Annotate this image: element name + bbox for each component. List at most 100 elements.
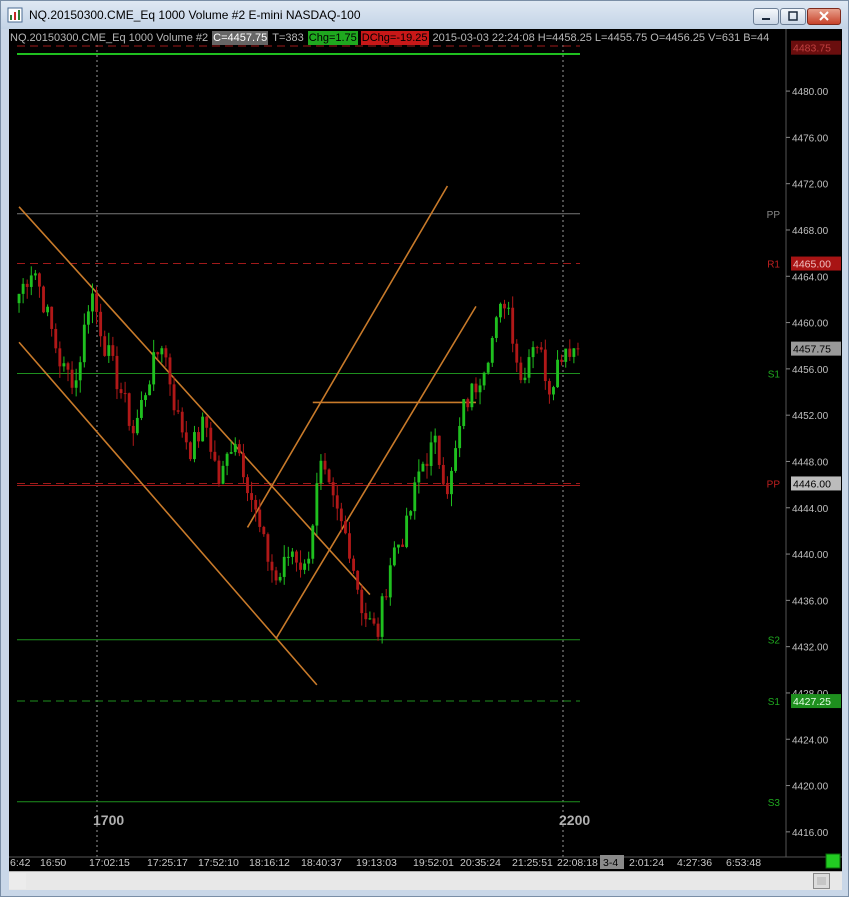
candle-body (99, 311, 103, 337)
candle-body (21, 283, 25, 294)
candle-body (201, 416, 205, 442)
candle-body (564, 348, 568, 362)
pivot-price-badge: 4446.00 (793, 478, 831, 490)
candle-body (515, 343, 519, 363)
candle-body (307, 558, 311, 564)
candle-body (54, 328, 58, 349)
price-tick-label: 4456.00 (792, 365, 829, 376)
candle-body (331, 482, 335, 496)
candle-body (413, 482, 417, 512)
candle-body (556, 359, 559, 388)
candle-body (303, 563, 307, 570)
candle-body (17, 293, 21, 304)
candle-body (295, 551, 298, 563)
candle-body (539, 347, 543, 350)
candle-body (499, 303, 502, 318)
candle-body (531, 347, 535, 358)
price-tick-label: 4432.00 (792, 643, 829, 654)
candle-body (335, 495, 339, 509)
time-tick-label: 18:16:12 (249, 857, 290, 869)
candle-body (70, 369, 74, 388)
candle-body (401, 544, 404, 547)
session-marker-label: 1700 (93, 812, 124, 828)
candle-body (233, 444, 237, 453)
candle-body (470, 383, 474, 408)
candle-body (458, 425, 462, 449)
time-tick-label: 17:52:10 (198, 857, 239, 869)
candle-body (164, 348, 168, 358)
candle-body (576, 348, 580, 350)
candle-body (50, 306, 54, 329)
candle-body (474, 383, 478, 393)
candle-body (180, 411, 184, 433)
scroll-right-button[interactable] (813, 873, 830, 889)
candle-body (482, 372, 486, 386)
candle-body (454, 448, 457, 471)
status-indicator (825, 853, 841, 869)
time-tick-label: 6:42 (10, 857, 31, 869)
candle-body (172, 384, 176, 411)
candle-body (241, 453, 245, 478)
candle-body (311, 525, 315, 559)
candle-body (160, 348, 164, 355)
horizontal-scrollbar[interactable] (9, 871, 842, 890)
candle-body (127, 393, 131, 426)
level-price-badge: 4427.25 (793, 696, 831, 708)
candle-body (511, 307, 515, 344)
close-icon (819, 11, 829, 21)
info-bar: NQ.20150300.CME_Eq 1000 Volume #2 C=4457.… (9, 31, 773, 45)
price-tick-label: 4480.00 (792, 87, 829, 98)
candle-body (519, 362, 523, 381)
change-value: Chg=1.75 (307, 31, 358, 45)
candle-body (507, 307, 511, 309)
candle-body (286, 556, 290, 558)
candle-body (82, 324, 86, 363)
price-tick-label: 4452.00 (792, 411, 829, 422)
scroll-left-button[interactable] (9, 873, 26, 889)
time-tick-label: 16:50 (40, 857, 66, 869)
time-tick-label: 3-4 (603, 857, 618, 869)
candle-body (91, 293, 94, 312)
level-price-badge: 4465.00 (793, 259, 831, 271)
close-button[interactable] (807, 8, 841, 25)
level-label: PP (767, 479, 781, 490)
chart-area[interactable]: PP R1 S1 PP S2 S1 S3 4480.00 4476.00 4472.00 4468… (9, 29, 842, 871)
daily-change-value: DChg=-19.25 (360, 31, 429, 45)
candle-body (433, 435, 437, 443)
candle-body (168, 357, 172, 385)
price-tick-label: 4468.00 (792, 226, 829, 237)
level-label: S1 (768, 370, 781, 381)
price-tick-label: 4436.00 (792, 596, 829, 607)
candle-body (490, 337, 494, 363)
level-label: PP (767, 210, 781, 221)
candle-body (527, 357, 531, 378)
candle-body (417, 471, 421, 483)
title-bar[interactable]: NQ.20150300.CME_Eq 1000 Volume #2 E-mini… (1, 1, 848, 29)
price-tick-label: 4424.00 (792, 735, 829, 746)
candle-body (421, 463, 425, 472)
bar-details: 2015-03-03 22:24:08 H=4458.25 L=4455.75 … (432, 32, 770, 44)
minimize-icon (762, 18, 770, 20)
candle-body (229, 452, 233, 454)
candle-body (254, 499, 258, 510)
candle-body (315, 483, 319, 526)
trendline (275, 305, 477, 639)
price-chart[interactable]: PP R1 S1 PP S2 S1 S3 4480.00 4476.00 4472.00 4468… (9, 29, 842, 871)
candle-body (62, 363, 66, 367)
maximize-button[interactable] (780, 8, 806, 25)
candle-body (140, 400, 143, 418)
candle-body (86, 311, 90, 325)
candle-body (221, 465, 225, 484)
trades-value: T=383 (272, 32, 304, 44)
candle-body (360, 589, 364, 614)
price-tick-label: 4420.00 (792, 782, 829, 793)
candle-body (25, 283, 29, 287)
minimize-button[interactable] (753, 8, 779, 25)
candle-body (74, 380, 78, 388)
candle-body (213, 451, 217, 461)
candle-body (246, 477, 249, 494)
price-tick-label: 4440.00 (792, 550, 829, 561)
candle-body (46, 306, 50, 313)
candle-body (494, 317, 498, 338)
session-marker-label: 2200 (559, 812, 590, 828)
